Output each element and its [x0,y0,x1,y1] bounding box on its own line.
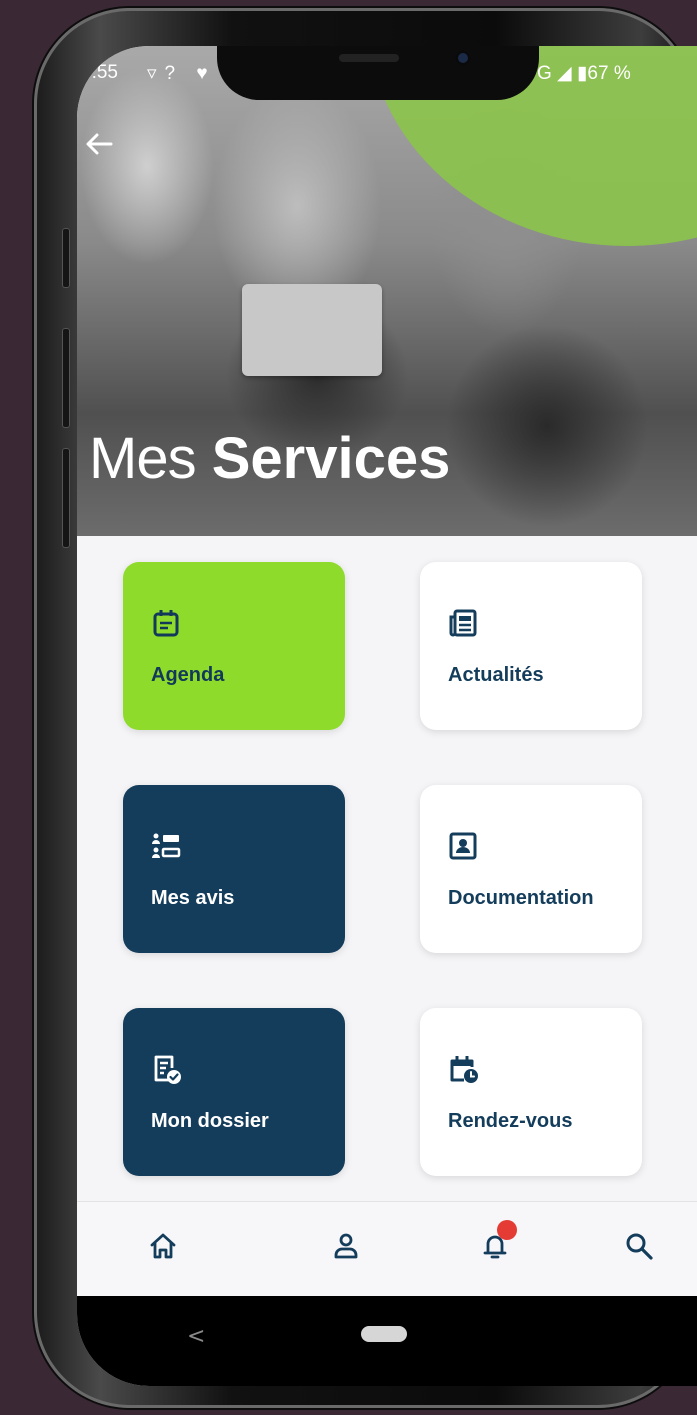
page-title-light: Mes [89,426,197,491]
service-label: Mon dossier [151,1110,269,1132]
document-check-icon [154,1055,181,1084]
service-card-agenda[interactable]: Agenda [123,562,345,730]
nav-home[interactable] [143,1226,183,1266]
nav-notifications[interactable] [475,1220,517,1266]
newspaper-icon [449,609,477,637]
home-icon [150,1233,176,1259]
mute-switch [62,228,70,288]
service-label: Documentation [448,887,594,909]
hero-banner: Mes Services [77,46,697,536]
list-people-icon [152,833,181,858]
bottom-navigation [77,1201,697,1297]
volume-up-button [62,328,70,428]
app-screen: Mes Services 7:55 ▿? ♥ G ◢ ▮67 % Agenda [77,46,697,1386]
front-camera [455,50,471,66]
service-label: Mes avis [151,887,235,909]
service-label: Actualités [448,664,544,686]
system-back-button[interactable]: < [187,1324,205,1349]
page-title: Mes Services [89,430,450,488]
system-navigation-bar: < [77,1296,697,1386]
back-button[interactable] [83,128,115,160]
service-label: Agenda [151,664,225,686]
search-icon [626,1233,653,1260]
service-card-actualites[interactable]: Actualités [420,562,642,730]
calendar-clock-icon [450,1056,478,1083]
status-left-icons: ▿? ♥ [147,63,216,84]
status-time: 7:55 [81,62,118,83]
notification-badge [497,1220,517,1240]
volume-down-button [62,448,70,548]
page-title-bold: Services [211,426,451,491]
hero-photo-laptop [242,284,382,376]
status-right-info: G ◢ ▮67 % [537,63,631,84]
camera-notch [217,46,539,100]
services-grid: Agenda Actualités Mes avis Documentation… [77,536,697,1201]
nav-search[interactable] [619,1226,659,1266]
calendar-list-icon [153,610,179,637]
service-card-documentation[interactable]: Documentation [420,785,642,953]
nav-profile[interactable] [326,1226,366,1266]
service-card-mon-dossier[interactable]: Mon dossier [123,1008,345,1176]
arrow-left-icon [86,133,113,155]
id-card-icon [449,832,477,860]
service-card-mes-avis[interactable]: Mes avis [123,785,345,953]
service-card-rendez-vous[interactable]: Rendez-vous [420,1008,642,1176]
service-label: Rendez-vous [448,1110,573,1132]
user-icon [334,1233,358,1259]
system-home-button[interactable] [361,1326,407,1342]
speaker-grille [339,54,399,62]
